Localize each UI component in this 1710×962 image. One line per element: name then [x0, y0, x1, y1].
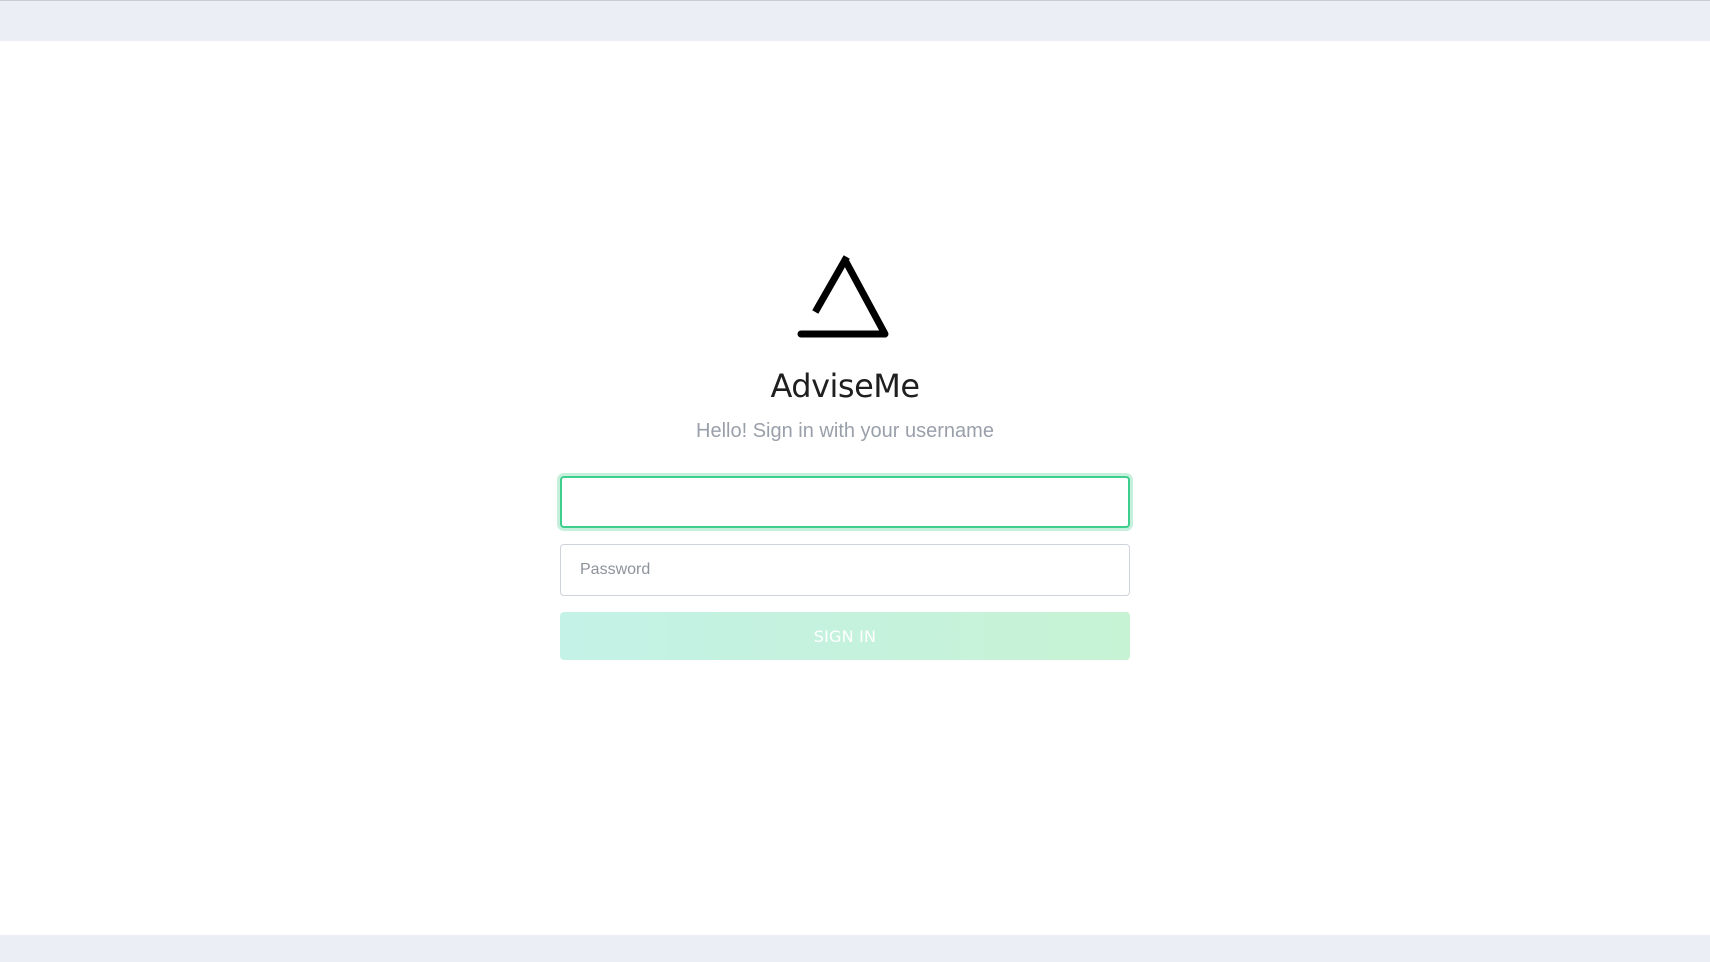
bottom-bar — [0, 935, 1710, 962]
password-input[interactable] — [560, 544, 1130, 596]
username-input[interactable] — [560, 476, 1130, 528]
triangle-logo-icon — [797, 255, 889, 338]
sign-in-subtitle: Hello! Sign in with your username — [696, 420, 994, 442]
app-title: AdviseMe — [770, 367, 920, 405]
sign-in-button[interactable]: SIGN IN — [560, 612, 1130, 660]
top-bar — [0, 0, 1710, 41]
